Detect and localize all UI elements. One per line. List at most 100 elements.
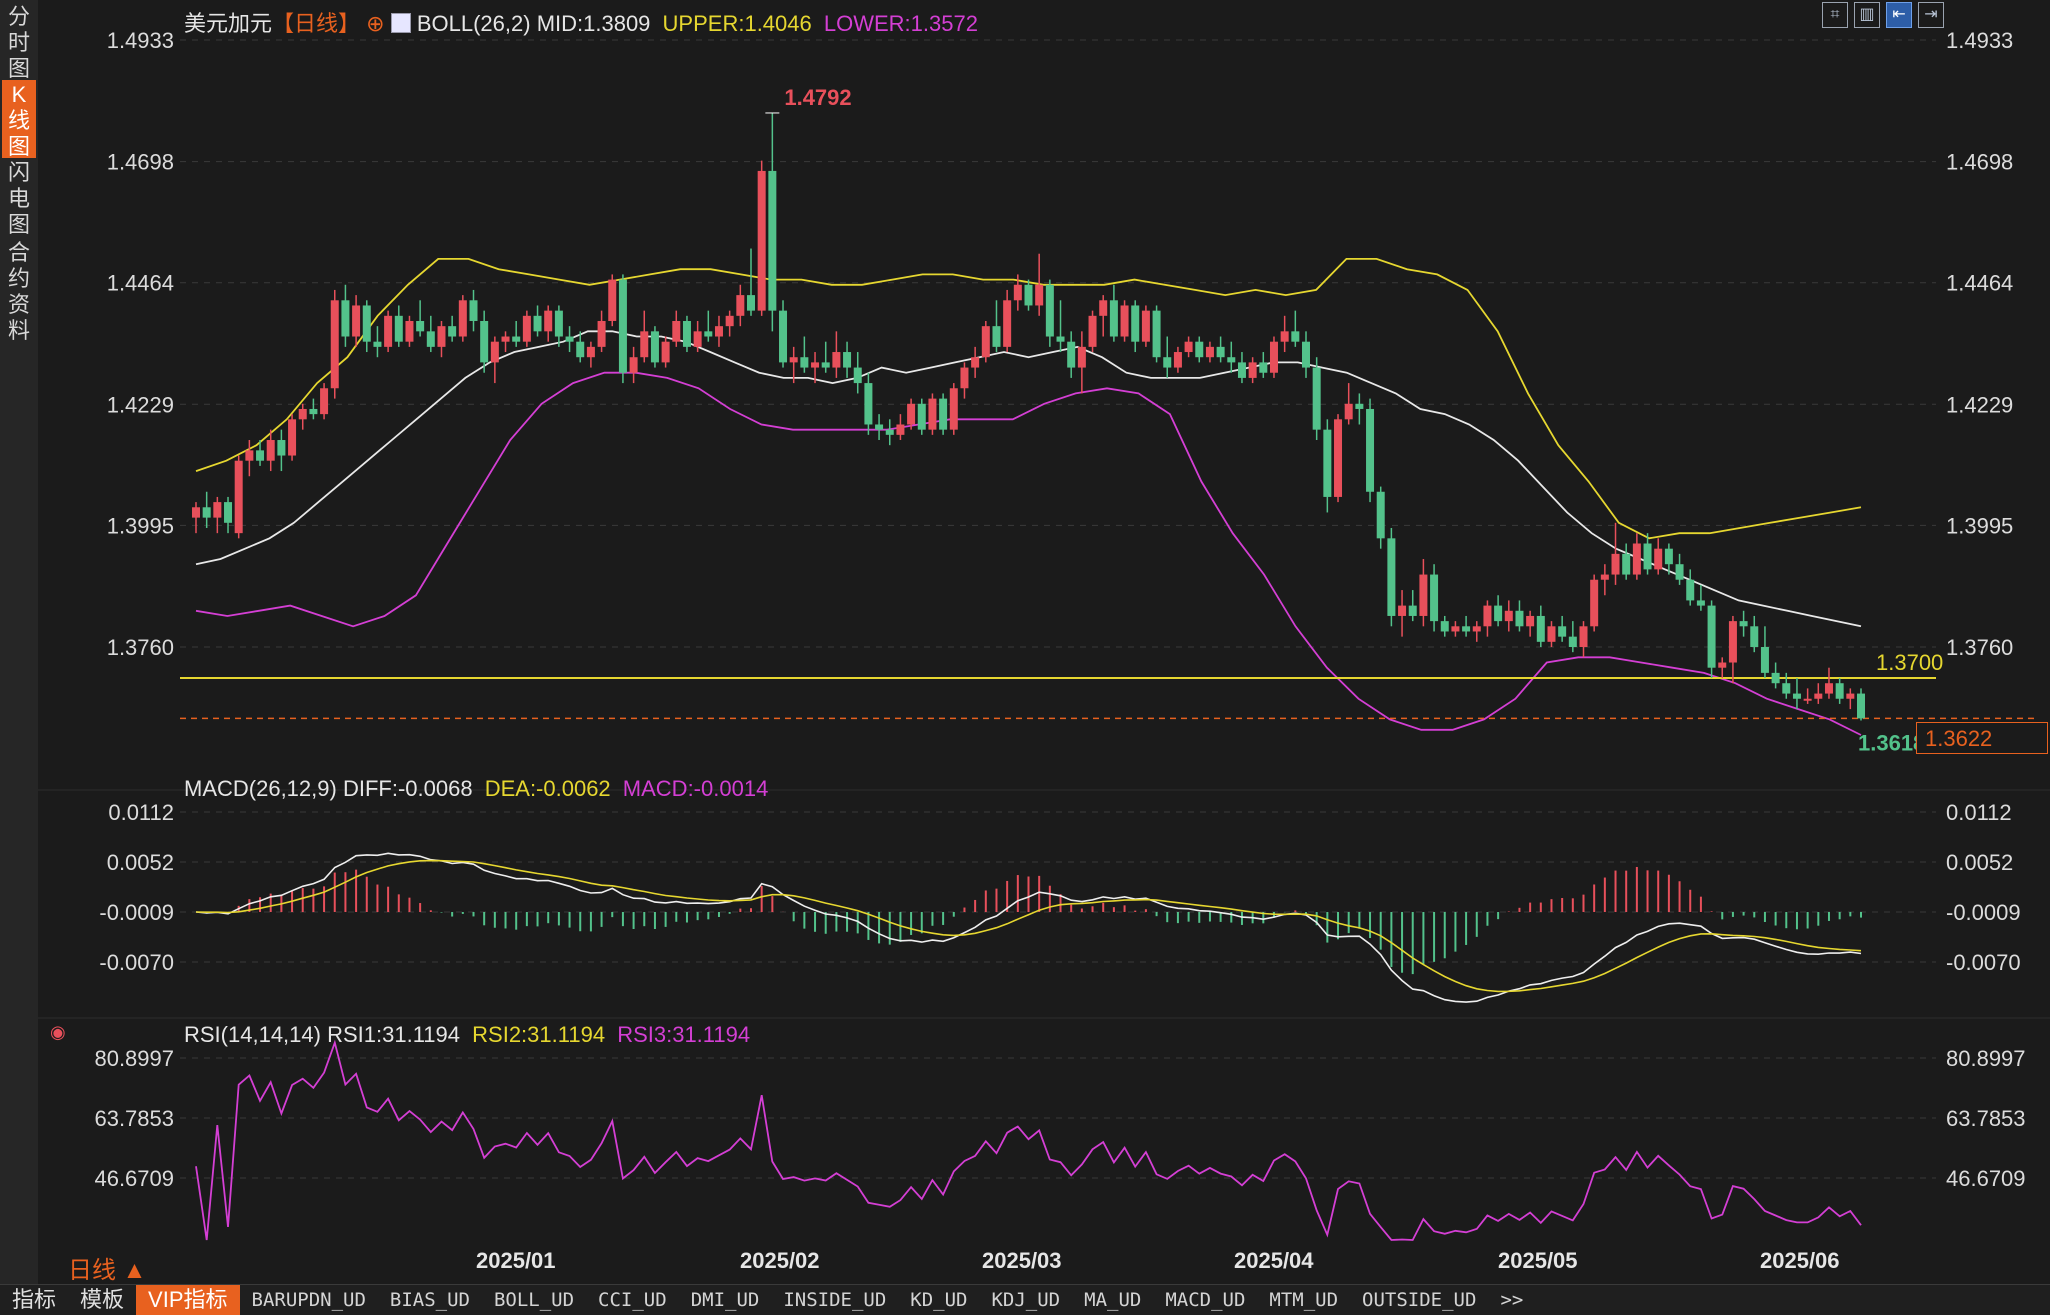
candle-body (1504, 610, 1513, 622)
candle-body (682, 320, 691, 347)
candle-body (1824, 683, 1833, 694)
add-icon[interactable]: ⊕ (360, 11, 391, 36)
x-axis-label: 2025/05 (1498, 1248, 1578, 1273)
y-tick-left: 1.3760 (107, 635, 174, 660)
period-label[interactable]: 【日线】 (272, 11, 360, 36)
candle-body (458, 300, 467, 337)
candle-body (416, 320, 425, 332)
tab-kline-chart[interactable]: K 线 图 (2, 80, 36, 159)
indicator-tab[interactable]: BOLL_UD (482, 1285, 586, 1315)
candle-body (1590, 579, 1599, 627)
candle-body (405, 320, 414, 342)
indicator-tab[interactable]: BIAS_UD (378, 1285, 482, 1315)
candle-body (1035, 284, 1044, 306)
indicator-tab[interactable]: CCI_UD (586, 1285, 679, 1315)
candle-body (1408, 605, 1417, 616)
candle-body (917, 403, 926, 430)
candle-body (1718, 662, 1727, 668)
candle-body (373, 341, 382, 347)
indicator-tab[interactable]: KD_UD (898, 1285, 979, 1315)
candle-body (1462, 626, 1471, 632)
tab-contract-info[interactable]: 合 约 资 料 (2, 240, 36, 343)
candle-body (1099, 300, 1108, 316)
candle-body (618, 279, 627, 373)
candle-body (811, 362, 820, 368)
chart-area[interactable]: 1.4933 1.4933 1.4698 1.4698 1.4464 1.4464 1.42… (38, 0, 2050, 1288)
candle-body (1515, 610, 1524, 627)
candle-body (1056, 336, 1065, 342)
fullscreen-icon[interactable]: ⇥ (1918, 2, 1944, 28)
candle-body (1739, 621, 1748, 627)
macd-tick-left: -0.0009 (99, 900, 174, 925)
period-switch[interactable]: 日线 ▲ (68, 1250, 146, 1285)
boll-mid-value: MID:1.3809 (536, 11, 651, 36)
indicator-tab[interactable]: OUTSIDE_UD (1350, 1285, 1488, 1315)
candle-body (1205, 346, 1214, 358)
indicator-tab[interactable]: INSIDE_UD (771, 1285, 898, 1315)
chart-toolbar: ⌗ ▥ ⇤ ⇥ (1822, 2, 1944, 28)
candle-body (629, 357, 638, 373)
candle-body (1013, 284, 1022, 301)
candle-body (320, 388, 329, 415)
y-tick-right: 1.3760 (1946, 635, 2013, 660)
candle-body (309, 408, 318, 415)
tab-time-chart[interactable]: 分 时 图 (2, 4, 36, 81)
candle-body (352, 305, 361, 337)
indicator-tab[interactable]: >> (1488, 1285, 1535, 1315)
candle-body (800, 357, 809, 368)
candlesticks[interactable] (192, 112, 1865, 721)
current-price-tag: 1.3622 (1916, 722, 2048, 754)
settings-dot-icon[interactable]: ◉ (50, 1022, 66, 1043)
indicator-tab[interactable]: DMI_UD (679, 1285, 772, 1315)
crosshair-icon[interactable]: ⌗ (1822, 2, 1848, 28)
candle-body (907, 403, 916, 425)
candle-body (330, 300, 339, 389)
candle-body (202, 507, 211, 518)
candle-body (1857, 693, 1865, 719)
candle-body (469, 300, 478, 321)
tab-flash-chart[interactable]: 闪 电 图 (2, 160, 36, 237)
candle-body (747, 295, 755, 311)
indicator-tab[interactable]: KDJ_UD (979, 1285, 1072, 1315)
y-tick-right: 1.4698 (1946, 150, 2013, 175)
candle-body (1387, 538, 1396, 616)
candle-body (1269, 341, 1278, 373)
candle-body (1622, 553, 1631, 575)
kline-chart[interactable]: 1.4933 1.4933 1.4698 1.4698 1.4464 1.4464 1.42… (38, 0, 2050, 1288)
candle-body (928, 398, 937, 430)
indicator-tab[interactable]: 指标 (0, 1285, 68, 1315)
candle-body (1472, 626, 1481, 632)
indicator-tab[interactable]: VIP指标 (136, 1285, 240, 1315)
candle-body (650, 331, 659, 363)
indicator-tab[interactable]: MTM_UD (1257, 1285, 1350, 1315)
macd-header: MACD(26,12,9) DIFF:-0.0068 DEA:-0.0062 M… (184, 776, 768, 802)
indicator-tab[interactable]: BARUPDN_UD (240, 1285, 378, 1315)
candle-body (1163, 357, 1172, 368)
candle-body (256, 450, 265, 461)
candle-body (971, 357, 980, 368)
candle-body (437, 326, 446, 347)
candle-body (586, 346, 595, 358)
macd-tick-left: -0.0070 (99, 950, 174, 975)
candle-body (266, 440, 275, 461)
candle-body (704, 331, 713, 337)
indicator-tab[interactable]: MACD_UD (1153, 1285, 1257, 1315)
macd-tick-right: 0.0052 (1946, 850, 2013, 875)
candle-body (192, 507, 200, 518)
candle-body (480, 320, 489, 363)
kline-mode-icon[interactable]: ⇤ (1886, 2, 1912, 28)
candle-body (1750, 626, 1759, 647)
candle-body (725, 315, 734, 327)
y-tick-left: 1.4464 (107, 271, 174, 296)
boll-label: BOLL(26,2) (416, 11, 531, 36)
boll-indicator-icon[interactable] (390, 13, 411, 33)
bar-chart-icon[interactable]: ▥ (1854, 2, 1880, 28)
indicator-tab[interactable]: MA_UD (1072, 1285, 1153, 1315)
boll-bands (180, 258, 2038, 736)
x-axis-label: 2025/02 (740, 1248, 820, 1273)
candle-body (885, 429, 894, 435)
candle-body (1696, 600, 1705, 606)
candle-body (1558, 626, 1567, 637)
candle-body (1109, 300, 1118, 337)
indicator-tab[interactable]: 模板 (68, 1285, 136, 1315)
